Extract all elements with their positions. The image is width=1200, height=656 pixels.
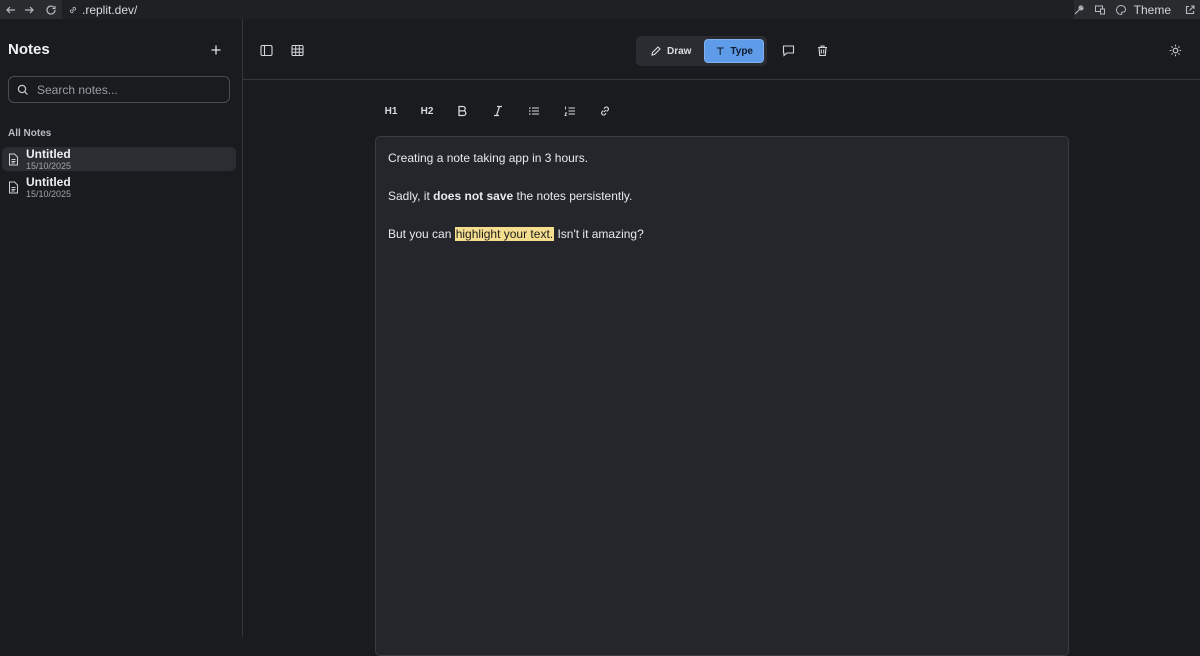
type-label: Type bbox=[730, 45, 753, 57]
grid-view-button[interactable] bbox=[285, 38, 309, 62]
reload-icon[interactable] bbox=[40, 0, 62, 19]
browser-bar: .replit.dev/ Theme bbox=[0, 0, 1200, 19]
numbered-list-button[interactable] bbox=[560, 101, 580, 121]
search-input[interactable] bbox=[35, 81, 219, 98]
theme-label[interactable]: Theme bbox=[1134, 3, 1171, 17]
heading1-button[interactable]: H1 bbox=[381, 101, 401, 121]
mode-switcher: Draw Type bbox=[636, 36, 767, 66]
italic-button[interactable] bbox=[488, 101, 508, 121]
editor-line-3-post: Isn't it amazing? bbox=[554, 227, 644, 241]
wrench-icon[interactable] bbox=[1069, 0, 1090, 19]
heading2-label: H2 bbox=[420, 105, 434, 117]
editor-line-3-pre: But you can bbox=[388, 227, 455, 241]
theme-toggle-button[interactable] bbox=[1163, 38, 1187, 62]
bullet-list-icon bbox=[529, 107, 539, 115]
note-list-item[interactable]: Untitled 15/10/2025 bbox=[2, 147, 236, 171]
url-bar[interactable]: .replit.dev/ bbox=[62, 0, 1074, 19]
draw-label: Draw bbox=[667, 45, 692, 57]
bold-button[interactable] bbox=[452, 101, 472, 121]
numbered-list-icon bbox=[564, 106, 575, 116]
search-icon bbox=[17, 84, 29, 96]
note-date: 15/10/2025 bbox=[26, 189, 72, 199]
sidebar: Notes All Notes Untitled 15/10/2025 Unti… bbox=[0, 19, 243, 637]
delete-note-button[interactable] bbox=[810, 38, 834, 62]
type-mode-button[interactable]: Type bbox=[704, 39, 764, 63]
editor-line-2-pre: Sadly, it bbox=[388, 189, 434, 203]
link-icon bbox=[68, 5, 78, 15]
editor-paragraph: Sadly, it does not save the notes persis… bbox=[388, 189, 1056, 203]
draw-mode-button[interactable]: Draw bbox=[640, 39, 702, 63]
plus-icon bbox=[211, 45, 221, 55]
text-icon bbox=[716, 47, 724, 55]
editor-line-1: Creating a note taking app in 3 hours. bbox=[388, 151, 589, 165]
link-icon bbox=[601, 106, 609, 116]
note-title: Untitled bbox=[26, 147, 71, 161]
link-button[interactable] bbox=[595, 101, 615, 121]
trash-icon bbox=[817, 44, 827, 56]
bold-text: does not save bbox=[433, 189, 514, 203]
toggle-sidebar-button[interactable] bbox=[254, 38, 278, 62]
comment-button[interactable] bbox=[776, 38, 800, 62]
sidebar-title: Notes bbox=[8, 41, 50, 58]
add-note-button[interactable] bbox=[205, 39, 227, 61]
heading2-button[interactable]: H2 bbox=[417, 101, 437, 121]
document-icon bbox=[2, 175, 24, 199]
italic-icon bbox=[494, 105, 502, 117]
editor-line-2-post: the notes persistently. bbox=[513, 189, 633, 203]
note-editor[interactable]: Creating a note taking app in 3 hours. S… bbox=[375, 136, 1069, 656]
bullet-list-button[interactable] bbox=[524, 101, 544, 121]
search-box[interactable] bbox=[8, 76, 230, 103]
note-title: Untitled bbox=[26, 175, 71, 189]
editor-paragraph: Creating a note taking app in 3 hours. bbox=[388, 151, 1056, 165]
sidebar-toggle-icon bbox=[259, 44, 273, 56]
heading1-label: H1 bbox=[384, 105, 398, 117]
forward-arrow-icon[interactable] bbox=[18, 0, 40, 19]
bold-icon bbox=[458, 105, 467, 117]
palette-icon[interactable] bbox=[1111, 0, 1132, 19]
document-icon bbox=[2, 147, 24, 171]
editor-paragraph: But you can highlight your text. Isn't i… bbox=[388, 227, 1056, 241]
highlighted-text: highlight your text. bbox=[454, 227, 555, 241]
note-date: 15/10/2025 bbox=[26, 161, 72, 171]
pencil-icon bbox=[651, 46, 661, 56]
grid-icon bbox=[290, 44, 304, 56]
note-list-item[interactable]: Untitled 15/10/2025 bbox=[2, 175, 236, 199]
comment-icon bbox=[782, 44, 794, 57]
external-link-icon[interactable] bbox=[1179, 0, 1200, 19]
url-text: .replit.dev/ bbox=[82, 2, 138, 17]
all-notes-heading: All Notes bbox=[8, 128, 52, 139]
sun-icon bbox=[1169, 44, 1181, 56]
main-toolbar: Draw Type bbox=[243, 19, 1200, 80]
devices-icon[interactable] bbox=[1090, 0, 1111, 19]
